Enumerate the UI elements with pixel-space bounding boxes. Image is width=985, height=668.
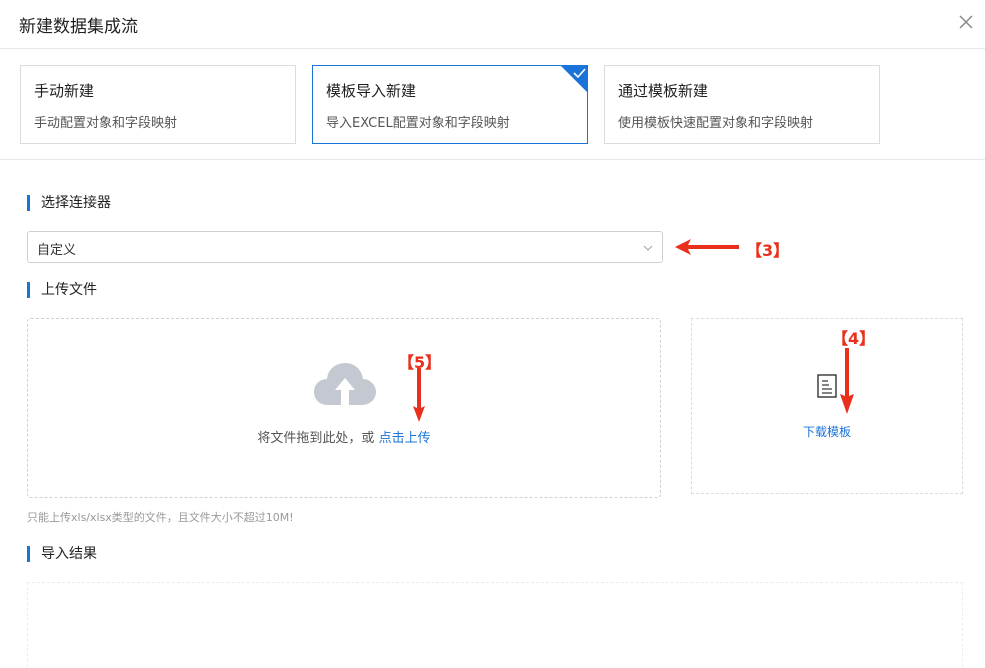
mode-card-template-import[interactable]: 模板导入新建 导入EXCEL配置对象和字段映射	[312, 65, 588, 144]
upload-dropzone[interactable]: 将文件拖到此处，或 点击上传	[27, 318, 661, 498]
mode-card-title: 模板导入新建	[326, 82, 417, 100]
upload-section-label: 上传文件	[27, 282, 97, 298]
upload-hint: 将文件拖到此处，或 点击上传	[28, 427, 660, 446]
annotation-arrow-5	[413, 368, 425, 422]
mode-card-desc: 导入EXCEL配置对象和字段映射	[326, 116, 510, 131]
mode-card-from-template[interactable]: 通过模板新建 使用模板快速配置对象和字段映射	[604, 65, 880, 144]
annotation-arrow-4	[840, 348, 854, 414]
mode-card-title: 手动新建	[34, 82, 95, 100]
close-button[interactable]	[957, 13, 975, 31]
upload-note: 只能上传xls/xlsx类型的文件，且文件大小不超过10M!	[27, 511, 294, 524]
dialog-header: 新建数据集成流	[0, 0, 985, 49]
download-template-link[interactable]: 下载模板	[692, 423, 962, 440]
import-result-area	[27, 582, 963, 668]
annotation-label-3: 【3】	[746, 241, 790, 260]
connector-section-label: 选择连接器	[27, 195, 111, 211]
upload-hint-text: 将文件拖到此处，或	[257, 431, 375, 446]
mode-card-title: 通过模板新建	[618, 82, 709, 100]
mode-card-desc: 手动配置对象和字段映射	[34, 116, 178, 131]
close-icon	[959, 15, 973, 29]
annotation-arrow-3	[675, 239, 739, 255]
chevron-down-icon	[643, 245, 653, 251]
click-upload-link[interactable]: 点击上传	[379, 431, 431, 446]
result-section-label: 导入结果	[27, 546, 97, 562]
connector-select-value: 自定义	[37, 243, 77, 258]
cloud-upload-icon	[314, 363, 376, 405]
section-divider	[0, 159, 985, 160]
dialog-title: 新建数据集成流	[19, 17, 138, 37]
mode-card-manual[interactable]: 手动新建 手动配置对象和字段映射	[20, 65, 296, 144]
document-icon	[817, 374, 837, 398]
template-download-panel: 下载模板	[691, 318, 963, 494]
annotation-label-4: 【4】	[832, 329, 876, 348]
connector-select[interactable]: 自定义	[27, 231, 663, 263]
check-icon	[561, 66, 587, 92]
mode-card-desc: 使用模板快速配置对象和字段映射	[618, 116, 814, 131]
